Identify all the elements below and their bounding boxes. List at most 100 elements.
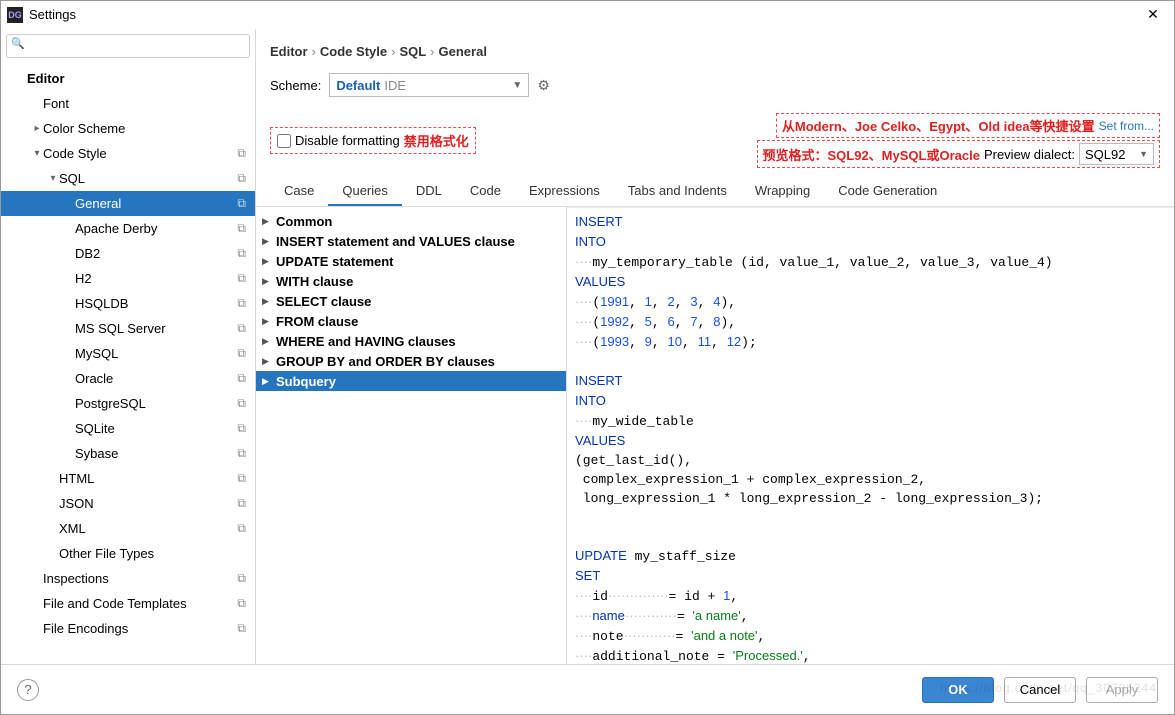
tree-label: Code Style: [43, 146, 234, 161]
tree-item-db2[interactable]: DB2⧉: [1, 241, 255, 266]
tree-item-font[interactable]: Font: [1, 91, 255, 116]
tree-label: Apache Derby: [75, 221, 234, 236]
triangle-icon: ▶: [262, 236, 276, 247]
tree-item-file-and-code-templates[interactable]: File and Code Templates⧉: [1, 591, 255, 616]
tree-item-html[interactable]: HTML⧉: [1, 466, 255, 491]
preview-dialect-value: SQL92: [1085, 147, 1125, 162]
tab-case[interactable]: Case: [270, 177, 328, 206]
clause-update-statement[interactable]: ▶UPDATE statement: [256, 251, 566, 271]
tree-label: File and Code Templates: [43, 596, 234, 611]
disable-formatting-annotation: 禁用格式化: [404, 131, 469, 150]
tree-item-apache-derby[interactable]: Apache Derby⧉: [1, 216, 255, 241]
clause-where-and-having-clauses[interactable]: ▶WHERE and HAVING clauses: [256, 331, 566, 351]
tree-item-sql[interactable]: ▾SQL⧉: [1, 166, 255, 191]
tree-item-code-style[interactable]: ▾Code Style⧉: [1, 141, 255, 166]
clause-common[interactable]: ▶Common: [256, 211, 566, 231]
clause-group-by-and-order-by-clauses[interactable]: ▶GROUP BY and ORDER BY clauses: [256, 351, 566, 371]
search-input[interactable]: [6, 34, 250, 58]
scheme-ide: IDE: [384, 78, 406, 93]
scheme-label: Scheme:: [270, 78, 321, 93]
tree-label: SQLite: [75, 421, 234, 436]
tree-item-postgresql[interactable]: PostgreSQL⧉: [1, 391, 255, 416]
copy-icon: ⧉: [234, 621, 249, 636]
tree-item-other-file-types[interactable]: Other File Types: [1, 541, 255, 566]
breadcrumb-part[interactable]: SQL: [399, 44, 426, 59]
arrow-icon: ▾: [31, 148, 43, 159]
triangle-icon: ▶: [262, 356, 276, 367]
breadcrumb-part[interactable]: Code Style: [320, 44, 387, 59]
tree-item-general[interactable]: General⧉: [1, 191, 255, 216]
settings-tree: EditorFont▸Color Scheme▾Code Style⧉▾SQL⧉…: [1, 63, 255, 664]
window-title: Settings: [29, 7, 1138, 22]
tree-label: H2: [75, 271, 234, 286]
chevron-down-icon: ▼: [512, 80, 522, 91]
tree-item-json[interactable]: JSON⧉: [1, 491, 255, 516]
setfrom-annotation: 从Modern、Joe Celko、Egypt、Old idea等快捷设置: [782, 116, 1095, 135]
tree-item-sqlite[interactable]: SQLite⧉: [1, 416, 255, 441]
clause-insert-statement-and-values-clause[interactable]: ▶INSERT statement and VALUES clause: [256, 231, 566, 251]
breadcrumb-part[interactable]: General: [439, 44, 487, 59]
clause-subquery[interactable]: ▶Subquery: [256, 371, 566, 391]
tab-wrapping[interactable]: Wrapping: [741, 177, 824, 206]
tree-item-sybase[interactable]: Sybase⧉: [1, 441, 255, 466]
clause-label: Common: [276, 214, 332, 229]
copy-icon: ⧉: [234, 396, 249, 411]
tree-label: Font: [43, 96, 249, 111]
help-icon[interactable]: ?: [17, 679, 39, 701]
copy-icon: ⧉: [234, 321, 249, 336]
tree-item-color-scheme[interactable]: ▸Color Scheme: [1, 116, 255, 141]
titlebar: DG Settings ✕: [1, 1, 1174, 29]
clause-with-clause[interactable]: ▶WITH clause: [256, 271, 566, 291]
watermark: https://blog.csdn.net/qq_30785244: [940, 681, 1157, 695]
set-from-link[interactable]: Set from...: [1099, 119, 1154, 133]
clause-label: WHERE and HAVING clauses: [276, 334, 456, 349]
tab-tabs-and-indents[interactable]: Tabs and Indents: [614, 177, 741, 206]
tree-item-oracle[interactable]: Oracle⧉: [1, 366, 255, 391]
tab-code-generation[interactable]: Code Generation: [824, 177, 951, 206]
clause-label: UPDATE statement: [276, 254, 394, 269]
copy-icon: ⧉: [234, 346, 249, 361]
footer: ? OK Cancel Apply https://blog.csdn.net/…: [1, 664, 1174, 714]
preview-dialect-select[interactable]: SQL92 ▼: [1079, 143, 1154, 165]
copy-icon: ⧉: [234, 246, 249, 261]
tree-item-ms-sql-server[interactable]: MS SQL Server⧉: [1, 316, 255, 341]
copy-icon: ⧉: [234, 221, 249, 236]
breadcrumb-part[interactable]: Editor: [270, 44, 308, 59]
scheme-select[interactable]: Default IDE ▼: [329, 73, 529, 97]
tree-item-editor[interactable]: Editor: [1, 66, 255, 91]
copy-icon: ⧉: [234, 521, 249, 536]
clause-label: INSERT statement and VALUES clause: [276, 234, 515, 249]
close-icon[interactable]: ✕: [1138, 6, 1168, 23]
tree-item-xml[interactable]: XML⧉: [1, 516, 255, 541]
copy-icon: ⧉: [234, 596, 249, 611]
tab-ddl[interactable]: DDL: [402, 177, 456, 206]
disable-formatting-checkbox[interactable]: [277, 134, 291, 148]
tab-expressions[interactable]: Expressions: [515, 177, 614, 206]
clause-select-clause[interactable]: ▶SELECT clause: [256, 291, 566, 311]
tree-item-mysql[interactable]: MySQL⧉: [1, 341, 255, 366]
tree-item-inspections[interactable]: Inspections⧉: [1, 566, 255, 591]
tree-item-h2[interactable]: H2⧉: [1, 266, 255, 291]
gear-icon[interactable]: ⚙: [537, 77, 550, 94]
triangle-icon: ▶: [262, 276, 276, 287]
tree-label: DB2: [75, 246, 234, 261]
copy-icon: ⧉: [234, 571, 249, 586]
copy-icon: ⧉: [234, 471, 249, 486]
tree-label: Inspections: [43, 571, 234, 586]
copy-icon: ⧉: [234, 171, 249, 186]
clause-label: WITH clause: [276, 274, 353, 289]
triangle-icon: ▶: [262, 336, 276, 347]
clause-label: Subquery: [276, 374, 336, 389]
tree-label: HSQLDB: [75, 296, 234, 311]
tab-queries[interactable]: Queries: [328, 177, 402, 206]
clause-from-clause[interactable]: ▶FROM clause: [256, 311, 566, 331]
tree-item-hsqldb[interactable]: HSQLDB⧉: [1, 291, 255, 316]
tree-item-file-encodings[interactable]: File Encodings⧉: [1, 616, 255, 641]
copy-icon: ⧉: [234, 446, 249, 461]
copy-icon: ⧉: [234, 296, 249, 311]
tree-label: Other File Types: [59, 546, 249, 561]
preview-dialect-label: Preview dialect:: [984, 147, 1075, 162]
disable-formatting-label: Disable formatting: [295, 133, 400, 148]
tab-code[interactable]: Code: [456, 177, 515, 206]
clause-label: GROUP BY and ORDER BY clauses: [276, 354, 495, 369]
